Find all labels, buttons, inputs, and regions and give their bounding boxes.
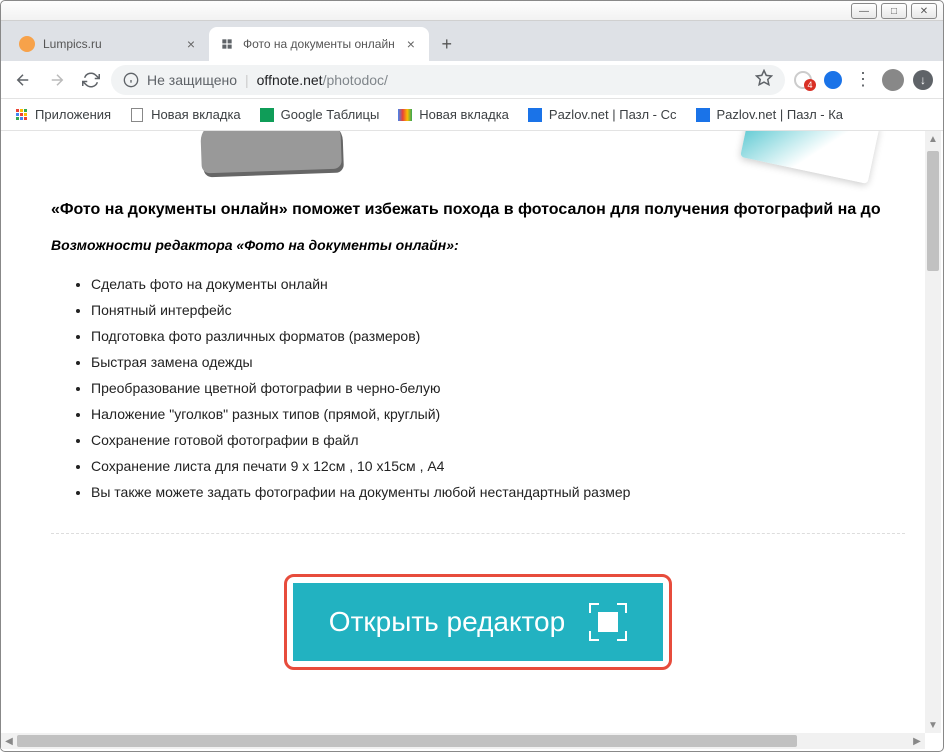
list-item: Вы также можете задать фотографии на док… [91, 479, 905, 505]
scroll-up-arrow-icon[interactable]: ▲ [925, 131, 941, 147]
divider [51, 533, 905, 534]
cta-label: Открыть редактор [329, 606, 565, 638]
downloads-icon[interactable]: ↓ [911, 68, 935, 92]
apps-icon [13, 107, 29, 123]
profile-avatar[interactable] [881, 68, 905, 92]
cta-highlight-frame: Открыть редактор [284, 574, 672, 670]
list-item: Понятный интерфейс [91, 297, 905, 323]
open-editor-button[interactable]: Открыть редактор [293, 583, 663, 661]
back-button[interactable] [9, 66, 37, 94]
sheets-icon [259, 107, 275, 123]
scroll-right-arrow-icon[interactable]: ▶ [909, 733, 925, 749]
favicon-icon [19, 36, 35, 52]
scan-frame-icon [589, 603, 627, 641]
apps-shortcut[interactable]: Приложения [13, 107, 111, 123]
window-titlebar: — □ ✕ [1, 1, 943, 21]
page-icon [129, 107, 145, 123]
list-item: Быстрая замена одежды [91, 349, 905, 375]
vertical-scrollbar[interactable]: ▲ ▼ [925, 131, 941, 733]
list-item: Подготовка фото различных форматов (разм… [91, 323, 905, 349]
info-icon [123, 72, 139, 88]
scrollbar-thumb[interactable] [17, 735, 797, 747]
hero-image-remnant [51, 131, 905, 181]
bookmark-item[interactable]: Pazlov.net | Пазл - Сс [527, 107, 677, 123]
bookmark-star-icon[interactable] [755, 69, 773, 90]
forward-button[interactable] [43, 66, 71, 94]
scroll-left-arrow-icon[interactable]: ◀ [1, 733, 17, 749]
puzzle-icon [527, 107, 543, 123]
photo-icon [397, 107, 413, 123]
favicon-icon [219, 36, 235, 52]
bookmark-item[interactable]: Новая вкладка [397, 107, 509, 123]
translate-icon[interactable] [821, 68, 845, 92]
reload-button[interactable] [77, 66, 105, 94]
list-item: Преобразование цветной фотографии в черн… [91, 375, 905, 401]
address-bar[interactable]: Не защищено | offnote.net/photodoc/ [111, 65, 785, 95]
url-path: /photodoc/ [323, 72, 388, 88]
page-content: «Фото на документы онлайн» поможет избеж… [1, 131, 925, 733]
list-item: Сохранение листа для печати 9 х 12см , 1… [91, 453, 905, 479]
window-maximize-button[interactable]: □ [881, 3, 907, 19]
new-tab-button[interactable]: + [433, 30, 461, 58]
extension-badge-icon[interactable] [791, 68, 815, 92]
tab-title: Lumpics.ru [43, 37, 175, 51]
window-close-button[interactable]: ✕ [911, 3, 937, 19]
url-host: offnote.net [257, 72, 323, 88]
menu-button[interactable]: ⋮ [851, 68, 875, 92]
puzzle-icon [695, 107, 711, 123]
features-list: Сделать фото на документы онлайн Понятны… [91, 271, 905, 505]
page-headline: «Фото на документы онлайн» поможет избеж… [51, 201, 905, 219]
tab-title: Фото на документы онлайн [243, 37, 395, 51]
bookmarks-bar: Приложения Новая вкладка Google Таблицы … [1, 99, 943, 131]
tab-photodoc[interactable]: Фото на документы онлайн × [209, 27, 429, 61]
close-tab-icon[interactable]: × [403, 36, 419, 52]
tab-lumpics[interactable]: Lumpics.ru × [9, 27, 209, 61]
bookmark-item[interactable]: Google Таблицы [259, 107, 380, 123]
security-label: Не защищено [147, 72, 237, 88]
page-subheading: Возможности редактора «Фото на документы… [51, 237, 905, 253]
scroll-down-arrow-icon[interactable]: ▼ [925, 717, 941, 733]
bookmark-item[interactable]: Новая вкладка [129, 107, 241, 123]
list-item: Наложение "уголков" разных типов (прямой… [91, 401, 905, 427]
list-item: Сделать фото на документы онлайн [91, 271, 905, 297]
bookmark-item[interactable]: Pazlov.net | Пазл - Ка [695, 107, 844, 123]
list-item: Сохранение готовой фотографии в файл [91, 427, 905, 453]
browser-toolbar: Не защищено | offnote.net/photodoc/ ⋮ ↓ [1, 61, 943, 99]
window-minimize-button[interactable]: — [851, 3, 877, 19]
browser-tabbar: Lumpics.ru × Фото на документы онлайн × … [1, 21, 943, 61]
scrollbar-thumb[interactable] [927, 151, 939, 271]
close-tab-icon[interactable]: × [183, 36, 199, 52]
horizontal-scrollbar[interactable]: ◀ ▶ [1, 733, 925, 749]
